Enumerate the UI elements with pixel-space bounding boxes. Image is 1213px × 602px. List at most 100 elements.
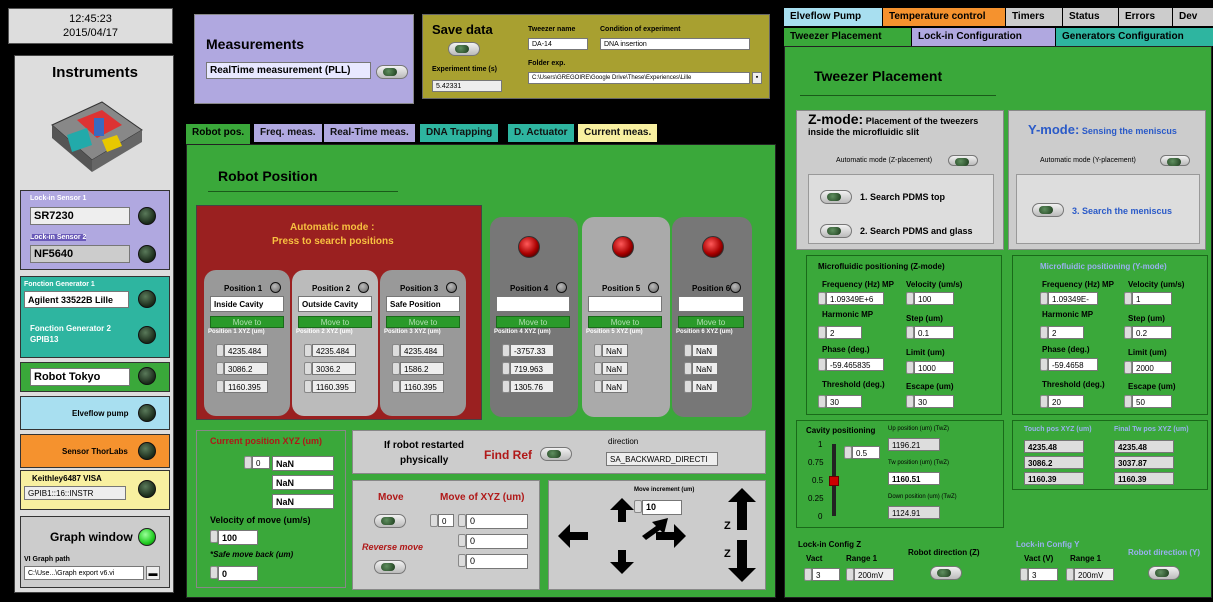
y-thr-spinner[interactable]	[1040, 395, 1048, 408]
z-thr-input[interactable]: 30	[826, 395, 862, 408]
y-esc-input[interactable]: 50	[1132, 395, 1172, 408]
z-freq-input[interactable]: 1.09349E+6	[826, 292, 884, 305]
move-button[interactable]	[374, 514, 406, 528]
fg1-select[interactable]: Agilent 33522B Lille	[24, 291, 129, 308]
range-y-input[interactable]: 200mV	[1074, 568, 1114, 581]
range-z-spinner[interactable]	[846, 568, 854, 581]
z-step-input[interactable]: 0.1	[914, 326, 954, 339]
position-1-name[interactable]: Inside Cavity	[210, 296, 284, 312]
arrow-left-icon[interactable]	[558, 524, 588, 548]
position-2-y-spinner[interactable]	[304, 362, 312, 375]
y-freq-spinner[interactable]	[1040, 292, 1048, 305]
safe-move-spinner[interactable]	[210, 566, 218, 579]
y-step-input[interactable]: 0.2	[1132, 326, 1172, 339]
tab-elveflow[interactable]: Elveflow Pump	[784, 8, 882, 26]
tab-temperature[interactable]: Temperature control	[883, 8, 1005, 26]
position-1-move-to[interactable]: Move to	[210, 316, 284, 328]
position-6-z[interactable]: NaN	[692, 380, 718, 393]
tab-realtime-meas[interactable]: Real-Time meas.	[324, 124, 415, 142]
tab-errors[interactable]: Errors	[1119, 8, 1172, 26]
robot-select[interactable]: Robot Tokyo	[30, 368, 130, 386]
position-5-x[interactable]: NaN	[602, 344, 628, 357]
cavity-spinner[interactable]	[844, 446, 852, 459]
y-phase-input[interactable]: -59.4658	[1048, 358, 1098, 371]
position-6-x[interactable]: NaN	[692, 344, 718, 357]
move-y-spinner[interactable]	[458, 534, 466, 547]
y-thr-input[interactable]: 20	[1048, 395, 1084, 408]
velocity-input[interactable]: 100	[218, 530, 258, 545]
search-pdms-top-button[interactable]	[820, 190, 852, 204]
current-index[interactable]: 0	[252, 456, 270, 469]
position-3-name[interactable]: Safe Position	[386, 296, 460, 312]
search-meniscus-button[interactable]	[1032, 203, 1064, 217]
save-toggle[interactable]	[448, 42, 480, 56]
position-4-z-spinner[interactable]	[502, 380, 510, 393]
position-1-x[interactable]: 4235.484	[224, 344, 268, 357]
velocity-spinner[interactable]	[210, 530, 218, 543]
position-2-name[interactable]: Outside Cavity	[298, 296, 372, 312]
vact-z-input[interactable]: 3	[812, 568, 840, 581]
move-y-input[interactable]: 0	[466, 534, 528, 549]
position-4-z[interactable]: 1305.76	[510, 380, 554, 393]
z-up-arrow-icon[interactable]	[728, 488, 756, 530]
keithley-select[interactable]: GPIB1::16::INSTR	[24, 486, 126, 500]
direction-select[interactable]: SA_BACKWARD_DIRECTI	[606, 452, 718, 466]
tab-lockin-config[interactable]: Lock-in Configuration	[912, 28, 1055, 46]
y-esc-spinner[interactable]	[1124, 395, 1132, 408]
position-2-x[interactable]: 4235.484	[312, 344, 356, 357]
position-1-x-spinner[interactable]	[216, 344, 224, 357]
lockin2-select[interactable]: NF5640	[30, 245, 130, 263]
folder-browse-icon[interactable]: ▬	[146, 566, 160, 580]
position-4-y[interactable]: 719.963	[510, 362, 554, 375]
position-1-z-spinner[interactable]	[216, 380, 224, 393]
position-5-y[interactable]: NaN	[602, 362, 628, 375]
position-5-z[interactable]: NaN	[602, 380, 628, 393]
vact-y-input[interactable]: 3	[1028, 568, 1058, 581]
cavity-slider-thumb[interactable]	[829, 476, 839, 486]
z-step-spinner[interactable]	[906, 326, 914, 339]
position-6-y[interactable]: NaN	[692, 362, 718, 375]
position-1-z[interactable]: 1160.395	[224, 380, 268, 393]
lockin1-select[interactable]: SR7230	[30, 207, 130, 225]
y-limit-spinner[interactable]	[1124, 361, 1132, 374]
move-x-input[interactable]: 0	[466, 514, 528, 529]
condition-input[interactable]: DNA insertion	[600, 38, 750, 50]
position-3-x-spinner[interactable]	[392, 344, 400, 357]
y-vel-input[interactable]: 1	[1132, 292, 1172, 305]
position-3-y[interactable]: 1586.2	[400, 362, 444, 375]
position-2-z-spinner[interactable]	[304, 380, 312, 393]
z-vel-spinner[interactable]	[906, 292, 914, 305]
z-auto-toggle[interactable]	[948, 155, 978, 166]
position-3-z-spinner[interactable]	[392, 380, 400, 393]
tab-status[interactable]: Status	[1063, 8, 1118, 26]
move-z-input[interactable]: 0	[466, 554, 528, 569]
current-index-spinner[interactable]	[244, 456, 252, 469]
y-auto-toggle[interactable]	[1160, 155, 1190, 166]
range-z-input[interactable]: 200mV	[854, 568, 894, 581]
move-z-spinner[interactable]	[458, 554, 466, 567]
measurement-mode-select[interactable]: RealTime measurement (PLL)	[206, 62, 371, 79]
position-3-x[interactable]: 4235.484	[400, 344, 444, 357]
position-6-y-spinner[interactable]	[684, 362, 692, 375]
position-4-name[interactable]	[496, 296, 570, 312]
y-phase-spinner[interactable]	[1040, 358, 1048, 371]
search-pdms-glass-button[interactable]	[820, 224, 852, 238]
position-4-move-to[interactable]: Move to	[496, 316, 570, 328]
y-harm-spinner[interactable]	[1040, 326, 1048, 339]
graph-window-led[interactable]	[138, 528, 156, 546]
position-2-y[interactable]: 3036.2	[312, 362, 356, 375]
position-6-x-spinner[interactable]	[684, 344, 692, 357]
z-freq-spinner[interactable]	[818, 292, 826, 305]
measurement-toggle[interactable]	[376, 65, 408, 79]
robot-dir-z-toggle[interactable]	[930, 566, 962, 580]
tab-robot-pos[interactable]: Robot pos.	[186, 124, 251, 146]
find-ref-button[interactable]	[540, 447, 572, 461]
position-3-move-to[interactable]: Move to	[386, 316, 460, 328]
robot-dir-y-toggle[interactable]	[1148, 566, 1180, 580]
move-index-spinner[interactable]	[430, 514, 438, 527]
tab-generators-config[interactable]: Generators Configuration	[1056, 28, 1213, 46]
z-limit-input[interactable]: 1000	[914, 361, 954, 374]
arrow-down-icon[interactable]	[610, 550, 634, 574]
range-y-spinner[interactable]	[1066, 568, 1074, 581]
tab-current-meas[interactable]: Current meas.	[578, 124, 658, 142]
